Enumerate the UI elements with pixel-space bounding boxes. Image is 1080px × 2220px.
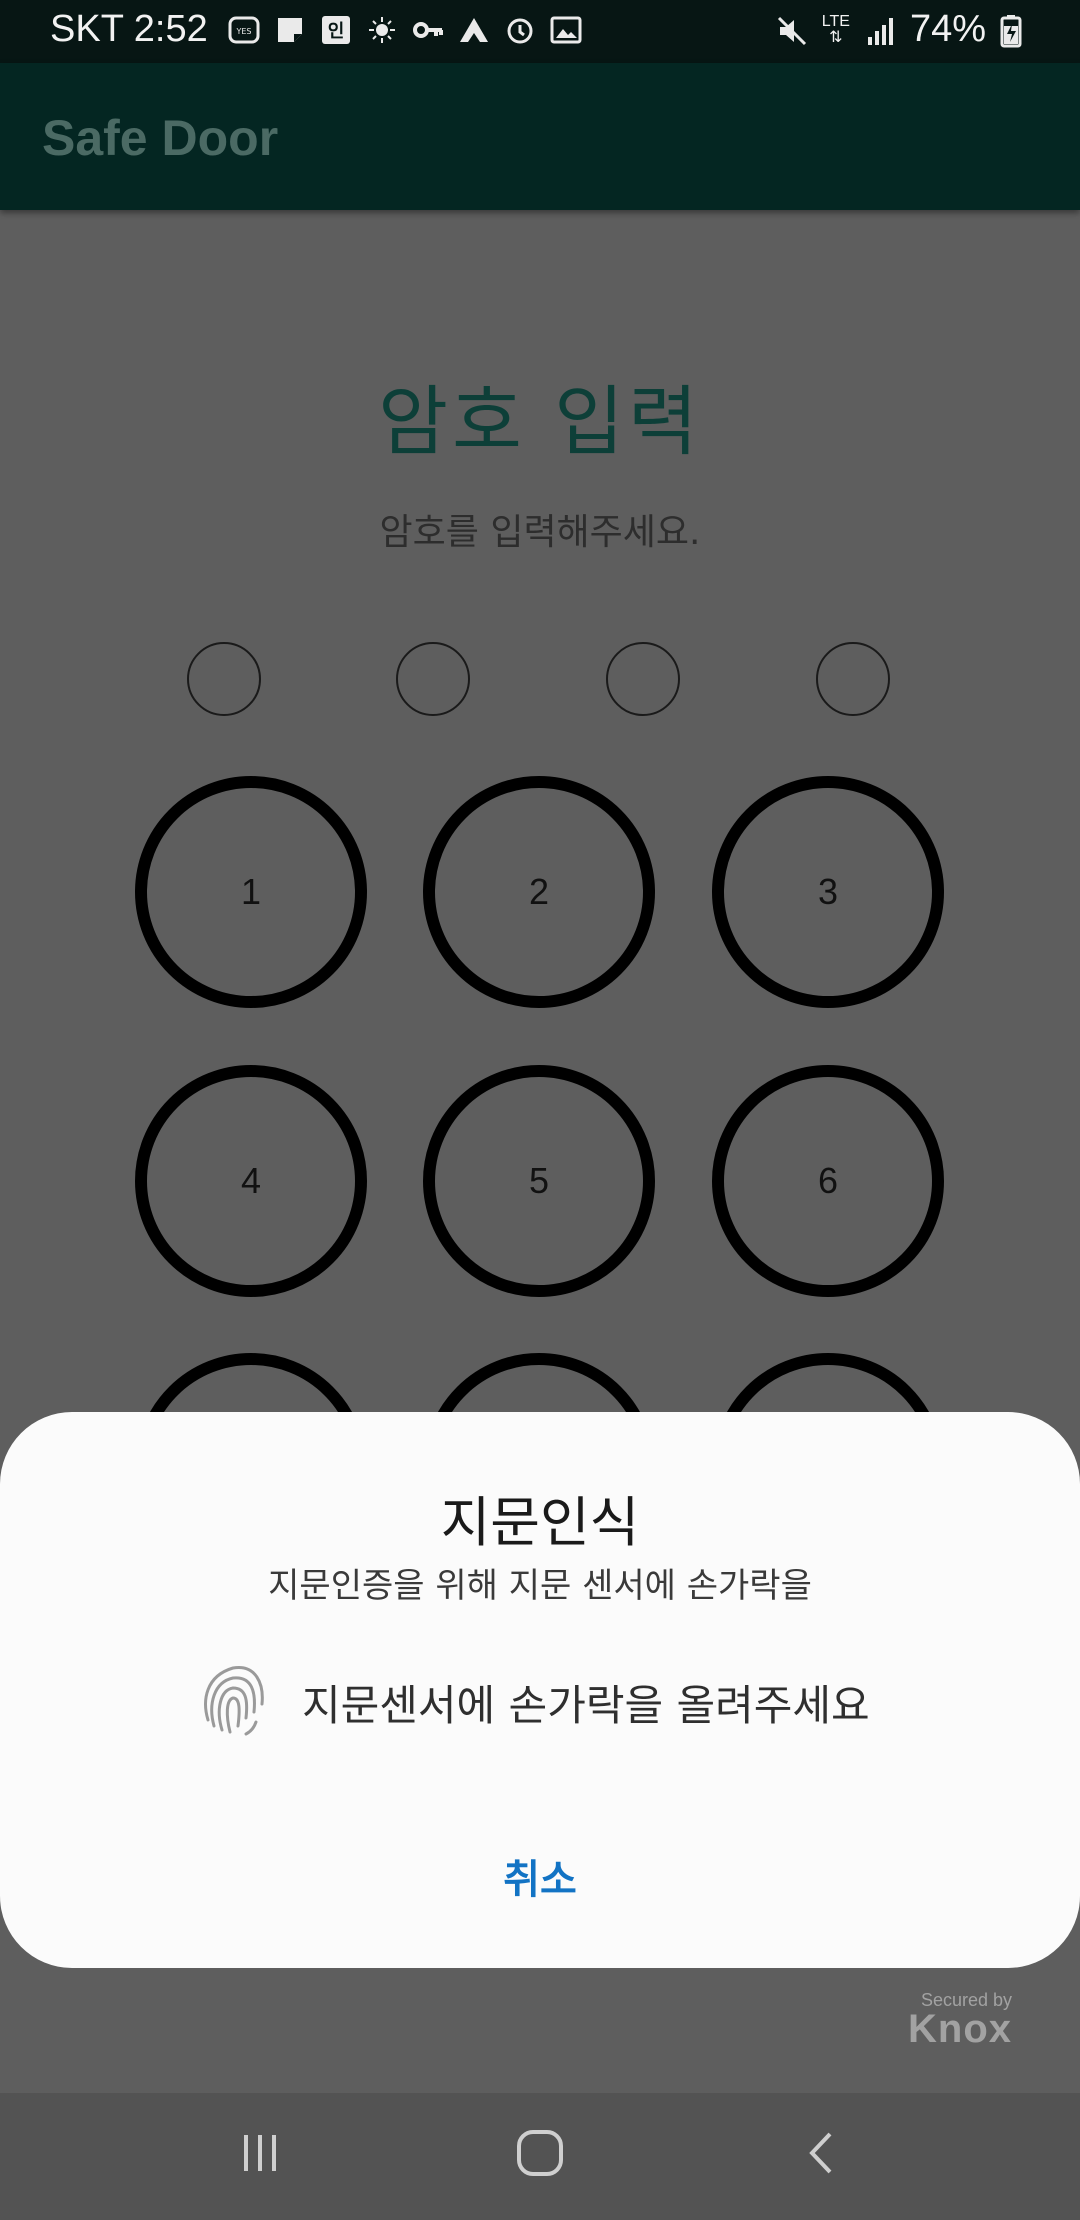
in-badge-icon: 인 xyxy=(320,14,352,46)
svg-text:인: 인 xyxy=(328,21,345,42)
fingerprint-prompt: 지문센서에 손가락을 올려주세요 xyxy=(302,1680,870,1730)
pin-indicator-2 xyxy=(396,642,470,716)
yes24-icon: YES xyxy=(228,14,260,46)
app-title: Safe Door xyxy=(42,110,279,166)
keypad-button-2[interactable]: 2 xyxy=(423,776,655,1008)
back-button[interactable] xyxy=(782,2123,862,2187)
network-label: LTE xyxy=(821,12,850,30)
status-right: LTE ⇅ 74% xyxy=(776,8,1032,51)
navigation-bar xyxy=(0,2093,1080,2220)
knox-badge: Secured by Knox xyxy=(908,1990,1012,2052)
svg-text:YES: YES xyxy=(235,27,251,36)
status-bar: SKT 2:52 YES 인 LTE ⇅ 74% xyxy=(0,0,1080,63)
keypad-button-3[interactable]: 3 xyxy=(712,776,944,1008)
cancel-button[interactable]: 취소 xyxy=(390,1836,690,1916)
recents-icon xyxy=(238,2131,282,2179)
pin-indicator-3 xyxy=(606,642,680,716)
home-icon xyxy=(515,2128,565,2182)
recents-button[interactable] xyxy=(220,2123,300,2187)
pin-indicator-4 xyxy=(816,642,890,716)
home-button[interactable] xyxy=(500,2123,580,2187)
keypad-button-4[interactable]: 4 xyxy=(135,1065,367,1297)
notification-icons: YES 인 xyxy=(228,14,582,46)
pin-subtitle: 암호를 입력해주세요. xyxy=(379,512,701,553)
signal-icon xyxy=(864,14,896,46)
dialog-subtitle: 지문인증을 위해 지문 센서에 손가락을 xyxy=(268,1566,812,1606)
memo-icon xyxy=(274,14,306,46)
lte-icon: LTE ⇅ xyxy=(821,12,850,46)
fingerprint-prompt-row: 지문센서에 손가락을 올려주세요 xyxy=(198,1660,870,1744)
battery-charging-icon xyxy=(1000,14,1032,47)
battery-percent: 74% xyxy=(909,8,986,50)
knox-brand: Knox xyxy=(908,2007,1012,2051)
alarm-icon xyxy=(504,14,536,46)
fingerprint-icon xyxy=(198,1660,268,1744)
weather-icon xyxy=(366,14,398,46)
mountain-icon xyxy=(458,14,490,46)
keypad-button-1[interactable]: 1 xyxy=(135,776,367,1008)
key-icon xyxy=(412,14,444,46)
mute-icon xyxy=(776,14,808,46)
fingerprint-dialog: 지문인식 지문인증을 위해 지문 센서에 손가락을 지문센서에 손가락을 올려주… xyxy=(0,1412,1080,1968)
pin-title: 암호 입력 xyxy=(378,377,702,466)
pin-indicator-1 xyxy=(187,642,261,716)
keypad-button-6[interactable]: 6 xyxy=(712,1065,944,1297)
carrier-time: SKT 2:52 xyxy=(50,8,208,50)
dialog-title: 지문인식 xyxy=(440,1491,640,1554)
app-bar: Safe Door xyxy=(0,63,1080,210)
back-icon xyxy=(802,2128,842,2182)
image-icon xyxy=(550,14,582,46)
keypad-button-5[interactable]: 5 xyxy=(423,1065,655,1297)
